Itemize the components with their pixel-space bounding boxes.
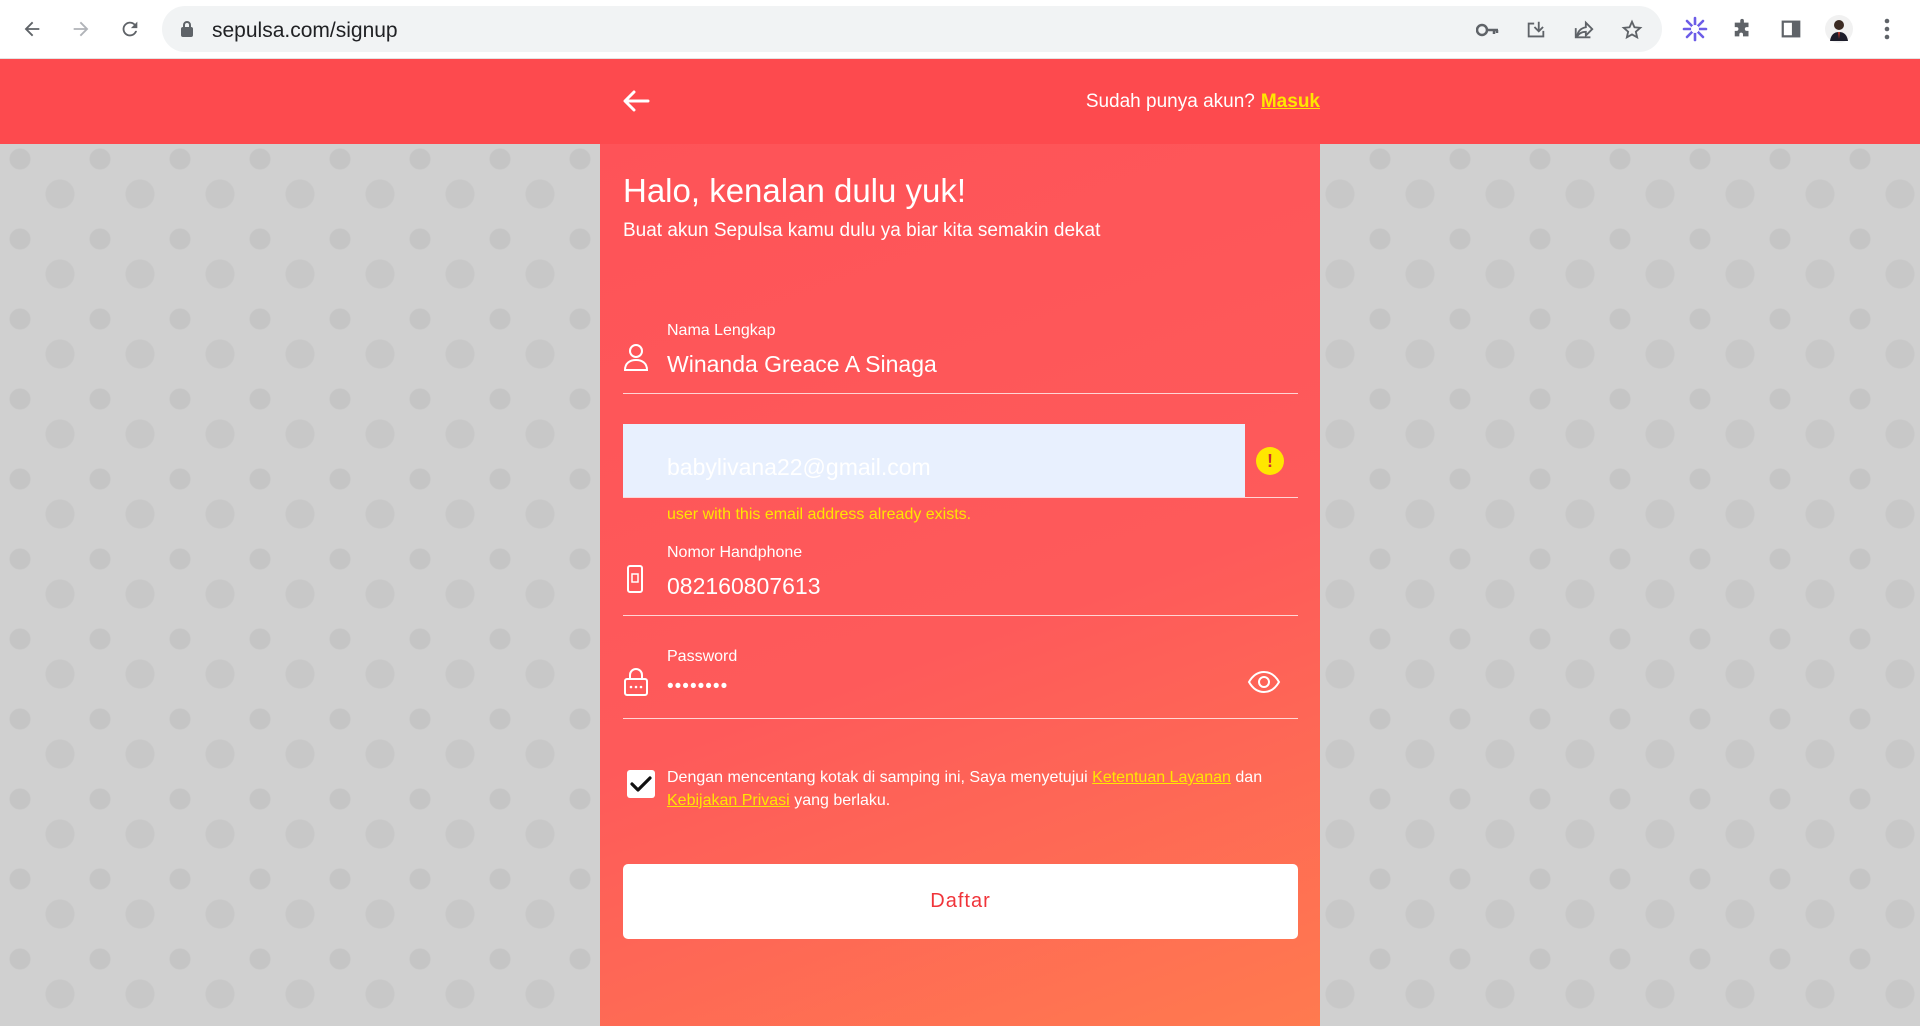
email-input[interactable]: babylivana22@gmail.com bbox=[667, 454, 931, 481]
privacy-policy-link[interactable]: Kebijakan Privasi bbox=[667, 792, 790, 809]
page-title: Halo, kenalan dulu yuk! bbox=[623, 172, 967, 209]
eye-icon[interactable] bbox=[1247, 670, 1281, 699]
menu-dots-icon[interactable] bbox=[1872, 14, 1902, 44]
lock-icon bbox=[623, 667, 649, 702]
warning-icon: ! bbox=[1256, 447, 1284, 475]
terms-of-service-link[interactable]: Ketentuan Layanan bbox=[1092, 769, 1231, 786]
have-account-text: Sudah punya akun? bbox=[1085, 91, 1255, 112]
terms-checkbox[interactable] bbox=[627, 770, 655, 798]
share-icon[interactable] bbox=[1570, 18, 1598, 42]
browser-toolbar: sepulsa.com/signup bbox=[0, 0, 1920, 59]
url-text[interactable]: sepulsa.com/signup bbox=[212, 19, 398, 43]
phone-icon bbox=[623, 564, 647, 599]
install-icon[interactable] bbox=[1522, 18, 1550, 42]
name-label: Nama Lengkap bbox=[667, 322, 776, 339]
sidepanel-icon[interactable] bbox=[1776, 14, 1806, 44]
password-label: Password bbox=[667, 648, 738, 665]
header-bar: Sudah punya akun? Masuk bbox=[0, 59, 1920, 144]
email-input-box[interactable]: babylivana22@gmail.com bbox=[623, 424, 1245, 497]
phone-field[interactable]: Nomor Handphone 082160807613 bbox=[623, 540, 1298, 616]
page-subtitle: Buat akun Sepulsa kamu dulu ya biar kita… bbox=[623, 220, 1101, 241]
back-icon[interactable] bbox=[12, 12, 52, 46]
back-arrow-icon[interactable] bbox=[622, 89, 650, 118]
puzzle-icon[interactable] bbox=[1728, 14, 1758, 44]
email-underline bbox=[623, 497, 1298, 498]
terms-text: Dengan mencentang kotak di samping ini, … bbox=[667, 766, 1307, 812]
terms-prefix: Dengan mencentang kotak di samping ini, … bbox=[667, 769, 1088, 786]
reload-icon[interactable] bbox=[110, 12, 150, 46]
address-bar[interactable]: sepulsa.com/signup bbox=[162, 6, 1662, 52]
extension-flower-icon[interactable] bbox=[1680, 14, 1710, 44]
terms-suffix: yang berlaku. bbox=[794, 792, 891, 809]
password-field[interactable]: Password •••••••• bbox=[623, 643, 1298, 719]
name-input[interactable]: Winanda Greace A Sinaga bbox=[667, 351, 937, 378]
password-input[interactable]: •••••••• bbox=[667, 676, 728, 698]
phone-input[interactable]: 082160807613 bbox=[667, 573, 821, 600]
user-icon bbox=[623, 342, 649, 377]
register-button[interactable]: Daftar bbox=[623, 864, 1298, 939]
profile-avatar[interactable] bbox=[1824, 14, 1854, 44]
phone-label: Nomor Handphone bbox=[667, 544, 803, 561]
star-icon[interactable] bbox=[1618, 18, 1646, 42]
terms-and: dan bbox=[1235, 769, 1263, 786]
name-field[interactable]: Nama Lengkap Winanda Greace A Sinaga bbox=[623, 318, 1298, 394]
check-icon bbox=[630, 776, 652, 792]
forward-icon[interactable] bbox=[61, 12, 101, 46]
key-icon[interactable] bbox=[1474, 18, 1502, 42]
email-error-message: user with this email address already exi… bbox=[667, 506, 972, 523]
have-account-prompt: Sudah punya akun? Masuk bbox=[1086, 91, 1320, 113]
lock-icon[interactable] bbox=[180, 20, 194, 43]
login-link[interactable]: Masuk bbox=[1261, 91, 1320, 112]
